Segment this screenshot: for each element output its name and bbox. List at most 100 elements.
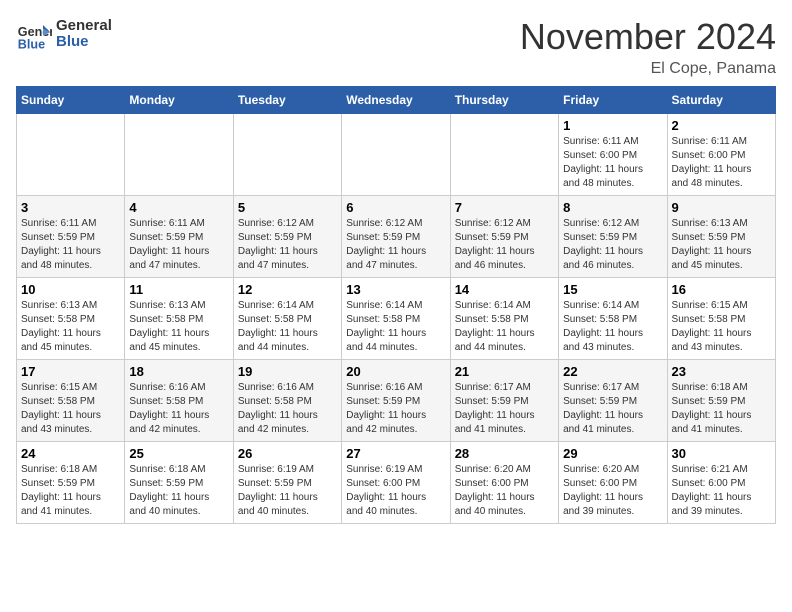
calendar-week-4: 17 Sunrise: 6:15 AM Sunset: 5:58 PM Dayli… [17,360,776,442]
logo-blue: Blue [56,34,112,51]
calendar-cell: 22Sunrise: 6:17 AM Sunset: 5:59 PM Dayli… [559,360,667,442]
day-number: 14 [455,282,554,297]
day-info: Sunrise: 6:14 AM Sunset: 5:58 PM Dayligh… [455,299,554,355]
calendar-cell: 29 Sunrise: 6:20 AM Sunset: 6:00 PM Dayli… [559,442,667,524]
day-info: Sunrise: 6:17 AM Sunset: 5:59 PM Dayligh… [455,381,554,437]
calendar-cell: 2 Sunrise: 6:11 AM Sunset: 6:00 PM Daylig… [667,114,775,196]
logo-general: General [56,18,112,35]
day-number: 24 [21,446,120,461]
calendar-cell: 13Sunrise: 6:14 AM Sunset: 5:58 PM Dayli… [342,278,450,360]
calendar-cell: 4 Sunrise: 6:11 AM Sunset: 5:59 PM Daylig… [125,196,233,278]
calendar-cell: 7Sunrise: 6:12 AM Sunset: 5:59 PM Daylig… [450,196,558,278]
day-number: 23 [672,364,771,379]
day-header-sunday: Sunday [17,87,125,114]
day-number: 11 [129,282,228,297]
day-info: Sunrise: 6:14 AM Sunset: 5:58 PM Dayligh… [563,299,662,355]
day-info: Sunrise: 6:11 AM Sunset: 6:00 PM Dayligh… [563,135,662,191]
calendar-cell: 18 Sunrise: 6:16 AM Sunset: 5:58 PM Dayli… [125,360,233,442]
location: El Cope, Panama [520,60,776,78]
day-header-friday: Friday [559,87,667,114]
calendar-cell: 30 Sunrise: 6:21 AM Sunset: 6:00 PM Dayli… [667,442,775,524]
day-number: 13 [346,282,445,297]
day-number: 18 [129,364,228,379]
day-info: Sunrise: 6:11 AM Sunset: 6:00 PM Dayligh… [672,135,771,191]
calendar-cell: 1 Sunrise: 6:11 AM Sunset: 6:00 PM Daylig… [559,114,667,196]
calendar-cell: 17 Sunrise: 6:15 AM Sunset: 5:58 PM Dayli… [17,360,125,442]
day-number: 20 [346,364,445,379]
day-number: 29 [563,446,662,461]
calendar-week-2: 3 Sunrise: 6:11 AM Sunset: 5:59 PM Daylig… [17,196,776,278]
calendar-cell: 14 Sunrise: 6:14 AM Sunset: 5:58 PM Dayli… [450,278,558,360]
day-info: Sunrise: 6:12 AM Sunset: 5:59 PM Dayligh… [455,217,554,273]
day-info: Sunrise: 6:18 AM Sunset: 5:59 PM Dayligh… [672,381,771,437]
day-number: 22 [563,364,662,379]
day-info: Sunrise: 6:11 AM Sunset: 5:59 PM Dayligh… [129,217,228,273]
calendar-cell: 21 Sunrise: 6:17 AM Sunset: 5:59 PM Dayli… [450,360,558,442]
day-info: Sunrise: 6:15 AM Sunset: 5:58 PM Dayligh… [21,381,120,437]
calendar-cell: 9Sunrise: 6:13 AM Sunset: 5:59 PM Daylig… [667,196,775,278]
day-info: Sunrise: 6:18 AM Sunset: 5:59 PM Dayligh… [21,463,120,519]
calendar-cell: 16 Sunrise: 6:15 AM Sunset: 5:58 PM Dayli… [667,278,775,360]
day-info: Sunrise: 6:11 AM Sunset: 5:59 PM Dayligh… [21,217,120,273]
day-info: Sunrise: 6:20 AM Sunset: 6:00 PM Dayligh… [563,463,662,519]
day-number: 27 [346,446,445,461]
day-number: 2 [672,118,771,133]
day-number: 9 [672,200,771,215]
svg-text:Blue: Blue [18,37,45,51]
calendar-week-1: 1 Sunrise: 6:11 AM Sunset: 6:00 PM Daylig… [17,114,776,196]
calendar-cell [17,114,125,196]
day-number: 6 [346,200,445,215]
day-info: Sunrise: 6:12 AM Sunset: 5:59 PM Dayligh… [563,217,662,273]
day-number: 25 [129,446,228,461]
day-header-thursday: Thursday [450,87,558,114]
calendar-cell: 8 Sunrise: 6:12 AM Sunset: 5:59 PM Daylig… [559,196,667,278]
day-number: 15 [563,282,662,297]
day-info: Sunrise: 6:14 AM Sunset: 5:58 PM Dayligh… [238,299,337,355]
day-number: 8 [563,200,662,215]
day-info: Sunrise: 6:16 AM Sunset: 5:58 PM Dayligh… [129,381,228,437]
day-number: 28 [455,446,554,461]
page-header: General Blue General Blue November 2024 … [16,16,776,78]
calendar-cell: 10Sunrise: 6:13 AM Sunset: 5:58 PM Dayli… [17,278,125,360]
day-number: 26 [238,446,337,461]
calendar-cell [125,114,233,196]
calendar-week-5: 24 Sunrise: 6:18 AM Sunset: 5:59 PM Dayli… [17,442,776,524]
day-number: 5 [238,200,337,215]
day-number: 10 [21,282,120,297]
day-info: Sunrise: 6:20 AM Sunset: 6:00 PM Dayligh… [455,463,554,519]
day-number: 17 [21,364,120,379]
day-number: 1 [563,118,662,133]
calendar-cell: 5 Sunrise: 6:12 AM Sunset: 5:59 PM Daylig… [233,196,341,278]
day-number: 21 [455,364,554,379]
calendar-cell: 19Sunrise: 6:16 AM Sunset: 5:58 PM Dayli… [233,360,341,442]
calendar-cell [342,114,450,196]
calendar-cell: 15 Sunrise: 6:14 AM Sunset: 5:58 PM Dayli… [559,278,667,360]
month-title: November 2024 [520,16,776,58]
day-info: Sunrise: 6:13 AM Sunset: 5:58 PM Dayligh… [129,299,228,355]
day-info: Sunrise: 6:19 AM Sunset: 5:59 PM Dayligh… [238,463,337,519]
day-info: Sunrise: 6:12 AM Sunset: 5:59 PM Dayligh… [346,217,445,273]
calendar-cell: 20Sunrise: 6:16 AM Sunset: 5:59 PM Dayli… [342,360,450,442]
calendar-cell: 3 Sunrise: 6:11 AM Sunset: 5:59 PM Daylig… [17,196,125,278]
calendar-cell: 11 Sunrise: 6:13 AM Sunset: 5:58 PM Dayli… [125,278,233,360]
day-number: 4 [129,200,228,215]
calendar-cell [233,114,341,196]
day-info: Sunrise: 6:21 AM Sunset: 6:00 PM Dayligh… [672,463,771,519]
calendar-cell: 27 Sunrise: 6:19 AM Sunset: 6:00 PM Dayli… [342,442,450,524]
calendar-cell: 28 Sunrise: 6:20 AM Sunset: 6:00 PM Dayli… [450,442,558,524]
day-info: Sunrise: 6:19 AM Sunset: 6:00 PM Dayligh… [346,463,445,519]
calendar-cell: 24 Sunrise: 6:18 AM Sunset: 5:59 PM Dayli… [17,442,125,524]
day-header-saturday: Saturday [667,87,775,114]
calendar-cell: 26 Sunrise: 6:19 AM Sunset: 5:59 PM Dayli… [233,442,341,524]
day-header-monday: Monday [125,87,233,114]
title-area: November 2024 El Cope, Panama [520,16,776,78]
day-info: Sunrise: 6:12 AM Sunset: 5:59 PM Dayligh… [238,217,337,273]
day-number: 3 [21,200,120,215]
calendar-cell: 23 Sunrise: 6:18 AM Sunset: 5:59 PM Dayli… [667,360,775,442]
day-number: 30 [672,446,771,461]
day-number: 16 [672,282,771,297]
calendar-cell: 25Sunrise: 6:18 AM Sunset: 5:59 PM Dayli… [125,442,233,524]
logo: General Blue General Blue [16,16,112,52]
day-info: Sunrise: 6:15 AM Sunset: 5:58 PM Dayligh… [672,299,771,355]
day-header-tuesday: Tuesday [233,87,341,114]
